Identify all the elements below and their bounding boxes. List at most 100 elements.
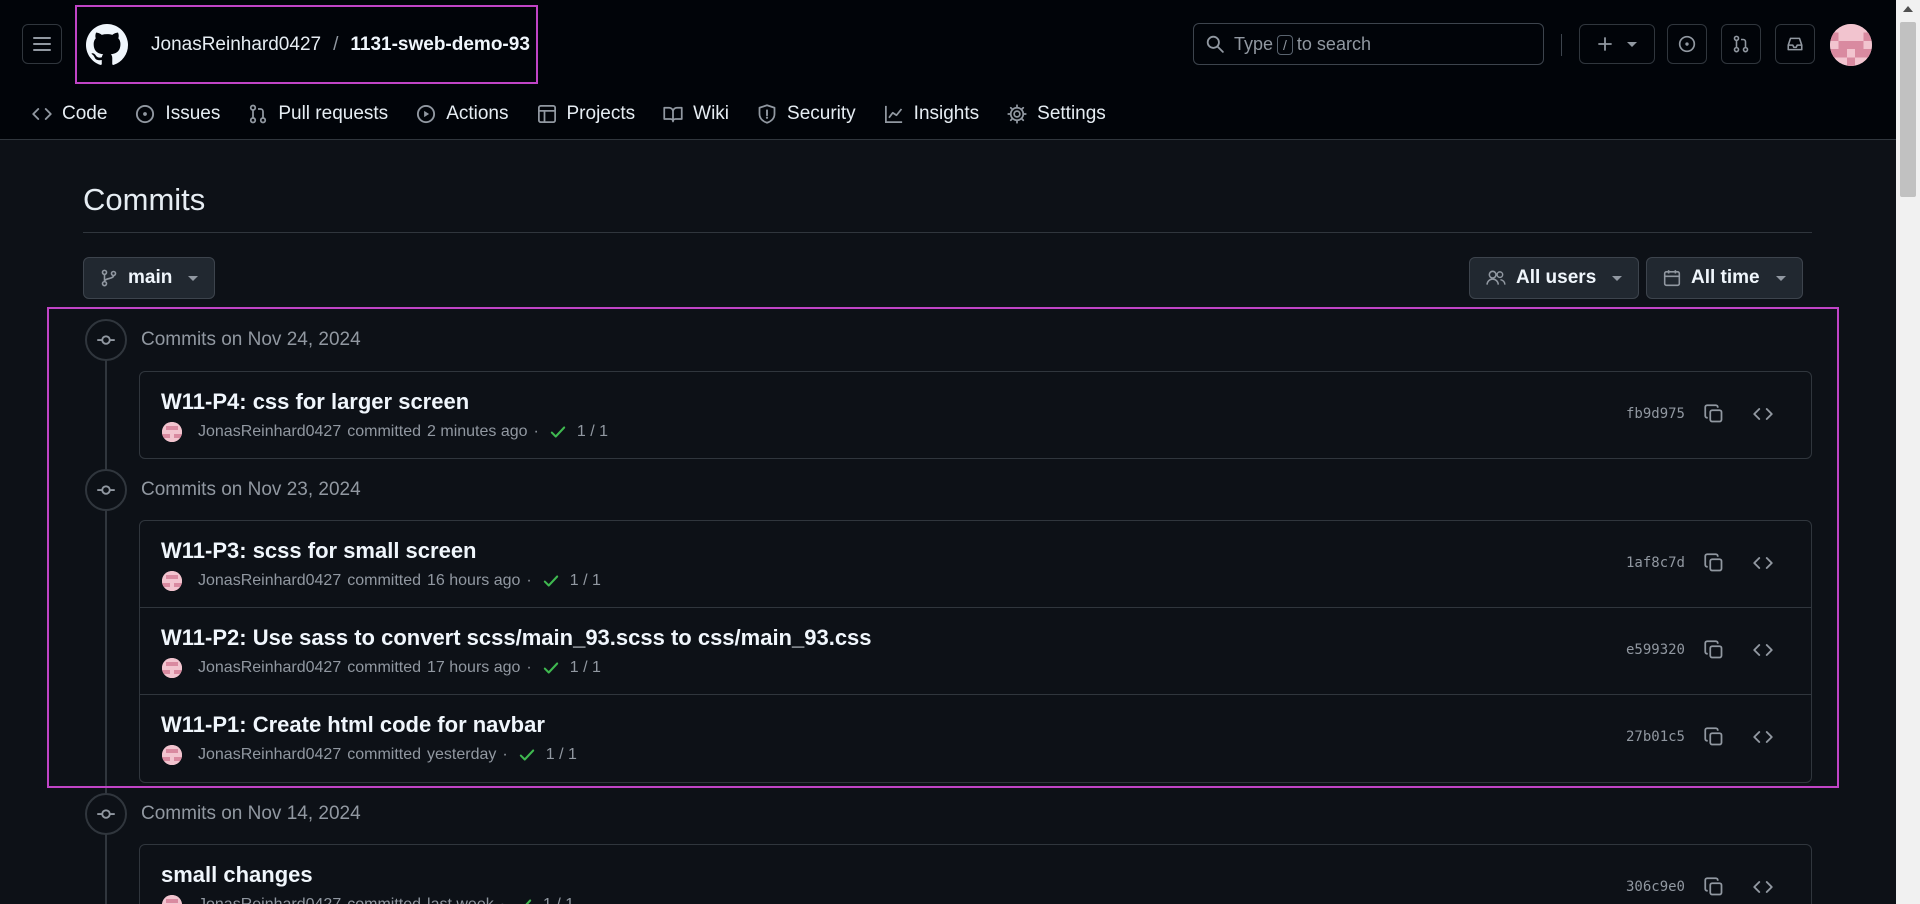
tab-actions[interactable]: Actions xyxy=(404,97,520,131)
commit-verb: committed xyxy=(347,896,421,904)
tab-label: Wiki xyxy=(693,103,730,124)
repo-nav: Code Issues Pull requests Actions Projec… xyxy=(20,88,1118,140)
commit-group-header: Commits on Nov 14, 2024 xyxy=(85,793,361,835)
author-avatar[interactable] xyxy=(162,895,182,904)
commit-title-link[interactable]: W11-P2: Use sass to convert scss/main_93… xyxy=(161,625,872,651)
tab-label: Settings xyxy=(1037,103,1106,124)
search-shortcut-key: / xyxy=(1277,34,1293,55)
user-avatar[interactable] xyxy=(1830,24,1872,66)
branch-selector[interactable]: main xyxy=(83,257,216,299)
tab-projects[interactable]: Projects xyxy=(525,97,648,131)
copy-icon[interactable] xyxy=(1700,400,1728,428)
create-new-button[interactable] xyxy=(1579,24,1655,64)
inbox-button[interactable] xyxy=(1775,24,1815,64)
branch-name: main xyxy=(128,267,173,288)
commit-verb: committed xyxy=(347,423,422,440)
page-scrollbar[interactable] xyxy=(1896,0,1920,904)
meta-dot: · xyxy=(502,746,508,763)
checks-count[interactable]: 1 / 1 xyxy=(570,572,601,590)
checks-count[interactable]: 1 / 1 xyxy=(570,659,601,677)
commit-list: W11-P4: css for larger screen JonasReinh… xyxy=(139,371,1812,459)
commit-sha-link[interactable]: e599320 xyxy=(1626,642,1685,658)
browse-code-icon[interactable] xyxy=(1749,723,1777,751)
commit-meta: JonasReinhard0427 committed last week · … xyxy=(162,895,574,904)
author-avatar[interactable] xyxy=(162,422,182,442)
commit-sha-link[interactable]: fb9d975 xyxy=(1626,406,1685,422)
commit-sha-link[interactable]: 1af8c7d xyxy=(1626,555,1685,571)
breadcrumb: JonasReinhard0427 / 1131-sweb-demo-93 xyxy=(151,34,530,56)
tab-code[interactable]: Code xyxy=(20,97,119,131)
author-avatar[interactable] xyxy=(162,658,182,678)
pull-requests-button[interactable] xyxy=(1721,24,1761,64)
commit-title-link[interactable]: W11-P4: css for larger screen xyxy=(161,389,469,415)
browse-code-icon[interactable] xyxy=(1749,873,1777,901)
meta-dot: · xyxy=(500,896,505,904)
commit-title-link[interactable]: small changes xyxy=(161,862,313,888)
commit-group-date: Commits on Nov 23, 2024 xyxy=(141,479,361,500)
commit-node-icon xyxy=(85,469,127,511)
commit-title-link[interactable]: W11-P3: scss for small screen xyxy=(161,538,477,564)
shield-icon xyxy=(758,104,776,124)
tab-wiki[interactable]: Wiki xyxy=(651,97,741,131)
checks-count[interactable]: 1 / 1 xyxy=(546,746,577,764)
copy-icon[interactable] xyxy=(1700,873,1728,901)
copy-icon[interactable] xyxy=(1700,636,1728,664)
meta-dot: · xyxy=(526,572,532,589)
commit-author-link[interactable]: JonasReinhard0427 xyxy=(198,659,341,677)
commit-row: small changes JonasReinhard0427 committe… xyxy=(140,845,1811,904)
check-icon[interactable] xyxy=(518,746,536,764)
repo-owner-link[interactable]: JonasReinhard0427 xyxy=(151,34,321,56)
commit-author-link[interactable]: JonasReinhard0427 xyxy=(198,572,341,590)
pull-request-icon xyxy=(250,104,267,124)
commit-title-link[interactable]: W11-P1: Create html code for navbar xyxy=(161,712,545,738)
github-logo-icon[interactable] xyxy=(86,24,128,66)
commit-sha-link[interactable]: 306c9e0 xyxy=(1626,879,1685,895)
gear-icon xyxy=(1007,104,1027,124)
check-icon[interactable] xyxy=(542,572,560,590)
browse-code-icon[interactable] xyxy=(1749,636,1777,664)
check-icon[interactable] xyxy=(542,659,560,677)
copy-icon[interactable] xyxy=(1700,723,1728,751)
code-icon xyxy=(32,108,52,120)
checks-count[interactable]: 1 / 1 xyxy=(543,896,574,904)
chevron-down-icon xyxy=(188,275,199,281)
chevron-down-icon xyxy=(1627,41,1637,47)
repo-name-link[interactable]: 1131-sweb-demo-93 xyxy=(350,34,530,56)
users-filter-button[interactable]: All users xyxy=(1469,257,1640,299)
tab-issues[interactable]: Issues xyxy=(123,97,232,131)
tab-insights[interactable]: Insights xyxy=(872,97,991,131)
header-divider xyxy=(1561,34,1562,56)
book-icon xyxy=(663,106,683,123)
commit-sha-link[interactable]: 27b01c5 xyxy=(1626,729,1685,745)
commit-author-link[interactable]: JonasReinhard0427 xyxy=(198,746,341,764)
author-avatar[interactable] xyxy=(162,571,182,591)
commit-row: W11-P2: Use sass to convert scss/main_93… xyxy=(140,608,1811,695)
commit-row: W11-P4: css for larger screen JonasReinh… xyxy=(140,372,1811,458)
author-avatar[interactable] xyxy=(162,745,182,765)
issues-button[interactable] xyxy=(1667,24,1707,64)
calendar-icon xyxy=(1663,270,1681,287)
search-input[interactable]: Type / to search xyxy=(1193,23,1544,65)
time-filter-button[interactable]: All time xyxy=(1646,257,1803,299)
commit-author-link[interactable]: JonasReinhard0427 xyxy=(198,896,341,904)
copy-icon[interactable] xyxy=(1700,549,1728,577)
check-icon[interactable] xyxy=(549,423,567,441)
tab-label: Insights xyxy=(913,103,980,124)
scrollbar-thumb[interactable] xyxy=(1900,22,1916,197)
scroll-up-arrow-icon[interactable] xyxy=(1903,6,1913,12)
check-icon[interactable] xyxy=(515,896,533,904)
users-filter-label: All users xyxy=(1516,267,1597,288)
branch-icon xyxy=(101,269,117,287)
tab-settings[interactable]: Settings xyxy=(995,97,1118,131)
browse-code-icon[interactable] xyxy=(1749,549,1777,577)
commit-author-link[interactable]: JonasReinhard0427 xyxy=(198,423,341,441)
commit-meta: JonasReinhard0427 committed 17 hours ago… xyxy=(162,658,601,678)
commit-meta: JonasReinhard0427 committed 2 minutes ag… xyxy=(162,422,608,442)
tab-pull-requests[interactable]: Pull requests xyxy=(236,97,400,131)
tab-security[interactable]: Security xyxy=(745,97,868,131)
checks-count[interactable]: 1 / 1 xyxy=(577,423,608,441)
tab-label: Security xyxy=(787,103,856,124)
browse-code-icon[interactable] xyxy=(1749,400,1777,428)
menu-button[interactable] xyxy=(22,24,62,64)
commit-row: W11-P3: scss for small screen JonasReinh… xyxy=(140,521,1811,608)
